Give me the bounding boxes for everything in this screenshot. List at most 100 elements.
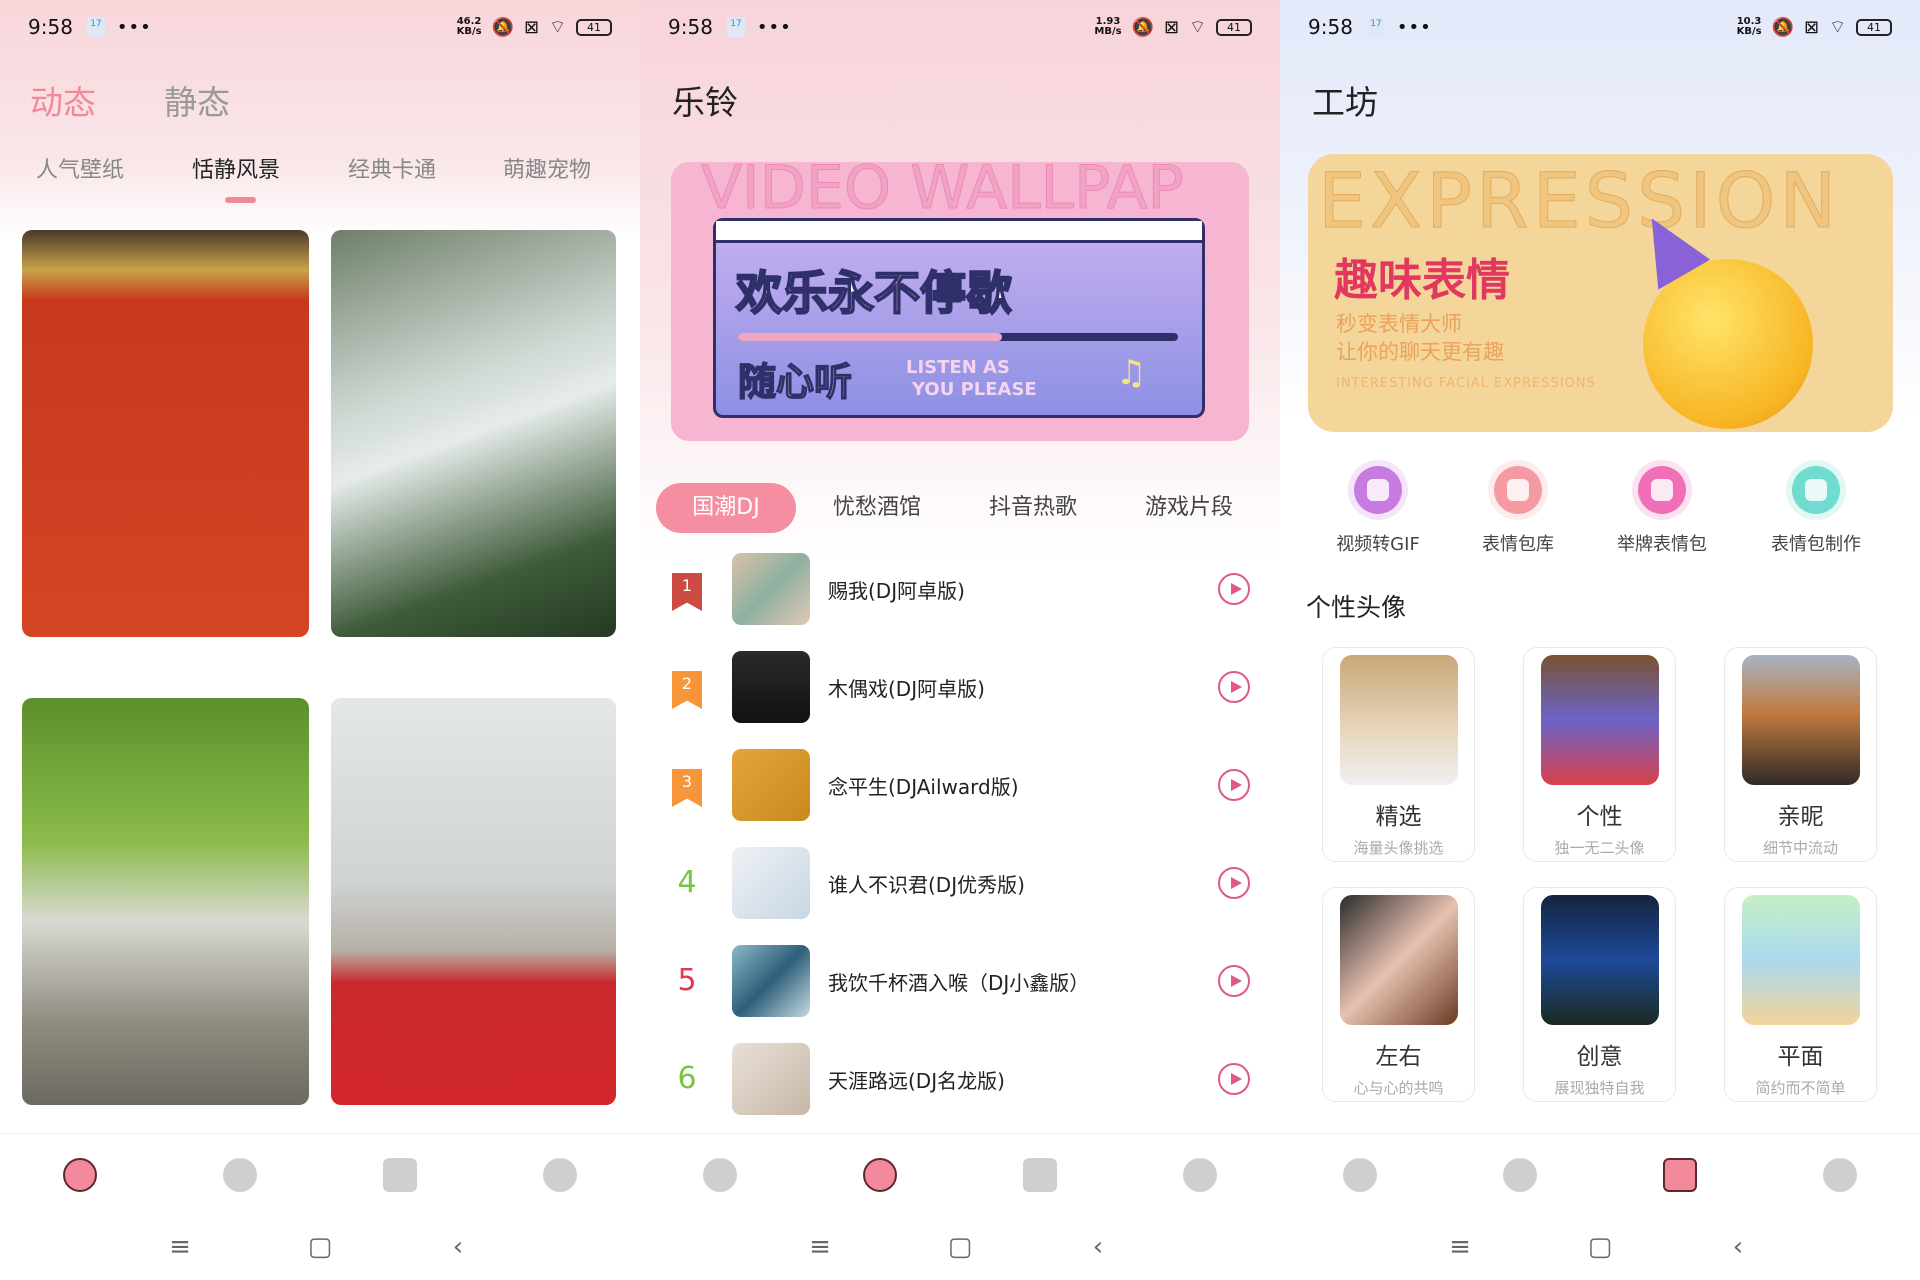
play-icon[interactable] <box>1218 867 1250 899</box>
more-notifications-icon: ••• <box>116 16 152 38</box>
home-button[interactable]: ▢ <box>1580 1232 1620 1262</box>
home-icon[interactable] <box>1343 1158 1377 1192</box>
music-note-icon: ♫ <box>1116 353 1147 393</box>
chip-category[interactable]: 忧愁酒馆 <box>802 483 952 533</box>
avatar-category-card[interactable]: 精选 海量头像挑选 <box>1322 647 1475 862</box>
banner-line-2: 让你的聊天更有趣 <box>1336 340 1504 364</box>
wallpaper-bare-tree[interactable] <box>331 698 616 1105</box>
mute-bell-icon: 🔕 <box>491 16 514 38</box>
chip-category[interactable]: 抖音热歌 <box>958 483 1108 533</box>
smile-face-icon <box>1494 466 1542 514</box>
page-title: 工坊 <box>1312 83 1378 122</box>
banner-english-1: LISTEN AS <box>906 357 1010 378</box>
wallpaper-garden-gate[interactable] <box>22 698 309 1105</box>
avatar-category-card[interactable]: 个性 独一无二头像 <box>1523 647 1676 862</box>
page-title: 乐铃 <box>672 83 738 122</box>
apps-grid-icon[interactable] <box>1023 1158 1057 1192</box>
avatar-preview <box>1741 895 1860 1025</box>
song-cover <box>732 651 810 723</box>
subtab-scenery[interactable]: 恬静风景 <box>192 152 280 184</box>
avatar-category-card[interactable]: 亲昵 细节中流动 <box>1724 647 1877 862</box>
wallpaper-red-wall-plum[interactable] <box>22 230 309 637</box>
profile-icon[interactable] <box>1823 1158 1857 1192</box>
home-icon[interactable] <box>703 1158 737 1192</box>
home-icon[interactable] <box>63 1158 97 1192</box>
home-button[interactable]: ▢ <box>300 1232 340 1262</box>
subtab-cartoon[interactable]: 经典卡通 <box>348 152 436 184</box>
song-title: 我饮千杯酒入喉（DJ小鑫版） <box>828 971 1090 995</box>
expression-banner[interactable]: EXPRESSION 趣味表情 秒变表情大师 让你的聊天更有趣 INTEREST… <box>1308 154 1893 432</box>
status-time: 9:58 <box>668 15 713 39</box>
menu-button[interactable]: ≡ <box>160 1232 200 1262</box>
party-emoji-icon <box>1643 259 1813 429</box>
ringtone-screen: 9:58 17 ••• 1.93 MB/s 🔕 ⊠ ⌔ 41 乐铃 VIDEO WALLPAP … <box>640 0 1280 1280</box>
avatar-category-card[interactable]: 创意 展现独特自我 <box>1523 887 1676 1102</box>
status-icons: 46.2 KB/s 🔕 ⊠ ⌔ 41 <box>457 16 612 39</box>
category-name: 个性 <box>1576 804 1623 830</box>
menu-button[interactable]: ≡ <box>1440 1232 1480 1262</box>
song-row[interactable]: 5 我饮千杯酒入喉（DJ小鑫版） <box>640 945 1280 1025</box>
song-row[interactable]: 1 赐我(DJ阿卓版) <box>640 553 1280 633</box>
tool-magic-wand[interactable]: 举牌表情包 <box>1592 466 1732 556</box>
banner-line-1: 秒变表情大师 <box>1336 312 1462 336</box>
play-icon[interactable] <box>1218 671 1250 703</box>
song-cover <box>732 847 810 919</box>
song-row[interactable]: 2 木偶戏(DJ阿卓版) <box>640 651 1280 731</box>
no-sim-icon: ⊠ <box>1803 16 1820 38</box>
banner-english-2: YOU PLEASE <box>912 379 1037 400</box>
chip-category[interactable]: 游戏片段 <box>1114 483 1264 533</box>
apps-grid-icon[interactable] <box>383 1158 417 1192</box>
category-desc: 独一无二头像 <box>1554 839 1645 857</box>
tool-video-camera[interactable]: 视频转GIF <box>1308 466 1448 556</box>
status-bar: 9:58 17 ••• 1.93 MB/s 🔕 ⊠ ⌔ 41 <box>668 10 1252 44</box>
play-icon[interactable] <box>1218 1063 1250 1095</box>
banner-progress-track <box>738 333 1178 341</box>
home-button[interactable]: ▢ <box>940 1232 980 1262</box>
song-title: 赐我(DJ阿卓版) <box>828 579 965 603</box>
battery-icon: 41 <box>1216 18 1252 36</box>
banner-window: 欢乐永不停歇 随心听 LISTEN AS YOU PLEASE ♫ <box>713 218 1205 418</box>
banner-headline: 欢乐永不停歇 <box>735 265 1013 321</box>
back-button[interactable]: ‹ <box>438 1232 478 1262</box>
play-icon[interactable] <box>1218 573 1250 605</box>
song-row[interactable]: 3 念平生(DJAilward版) <box>640 749 1280 829</box>
wifi-icon: ⌔ <box>1829 16 1846 38</box>
music-icon[interactable] <box>863 1158 897 1192</box>
back-button[interactable]: ‹ <box>1078 1232 1118 1262</box>
category-desc: 简约而不简单 <box>1755 1079 1846 1097</box>
song-title: 木偶戏(DJ阿卓版) <box>828 677 985 701</box>
wallpaper-misty-mountains[interactable] <box>331 230 616 637</box>
calendar-icon: 17 <box>726 17 745 37</box>
music-icon[interactable] <box>223 1158 257 1192</box>
avatar-category-card[interactable]: 平面 简约而不简单 <box>1724 887 1877 1102</box>
speed-unit: KB/s <box>1736 26 1762 37</box>
play-icon[interactable] <box>1218 965 1250 997</box>
avatar-preview <box>1540 895 1659 1025</box>
tab-static[interactable]: 静态 <box>164 76 230 124</box>
tool-grid-add[interactable]: 表情包制作 <box>1746 466 1886 556</box>
play-icon[interactable] <box>1218 769 1250 801</box>
subtab-pets[interactable]: 萌趣宠物 <box>503 152 591 184</box>
song-row[interactable]: 6 天涯路远(DJ名龙版) <box>640 1043 1280 1123</box>
song-row[interactable]: 4 谁人不识君(DJ优秀版) <box>640 847 1280 927</box>
avatar-category-card[interactable]: 左右 心与心的共鸣 <box>1322 887 1475 1102</box>
subtab-popular[interactable]: 人气壁纸 <box>36 152 124 184</box>
tool-smile-face[interactable]: 表情包库 <box>1448 466 1588 556</box>
chip-category[interactable]: 国潮DJ <box>656 483 796 533</box>
song-cover <box>732 945 810 1017</box>
music-icon[interactable] <box>1503 1158 1537 1192</box>
bottom-nav-divider <box>640 1133 1280 1134</box>
apps-grid-icon[interactable] <box>1663 1158 1697 1192</box>
ringtone-banner[interactable]: VIDEO WALLPAP 欢乐永不停歇 随心听 LISTEN AS YOU P… <box>671 162 1249 441</box>
back-button[interactable]: ‹ <box>1718 1232 1758 1262</box>
banner-english: INTERESTING FACIAL EXPRESSIONS <box>1336 376 1596 391</box>
profile-icon[interactable] <box>1183 1158 1217 1192</box>
status-time: 9:58 <box>1308 15 1353 39</box>
profile-icon[interactable] <box>543 1158 577 1192</box>
tab-dynamic[interactable]: 动态 <box>30 76 96 124</box>
menu-button[interactable]: ≡ <box>800 1232 840 1262</box>
category-name: 精选 <box>1375 804 1422 830</box>
mute-bell-icon: 🔕 <box>1771 16 1794 38</box>
song-cover <box>732 553 810 625</box>
tool-label: 举牌表情包 <box>1617 534 1707 555</box>
